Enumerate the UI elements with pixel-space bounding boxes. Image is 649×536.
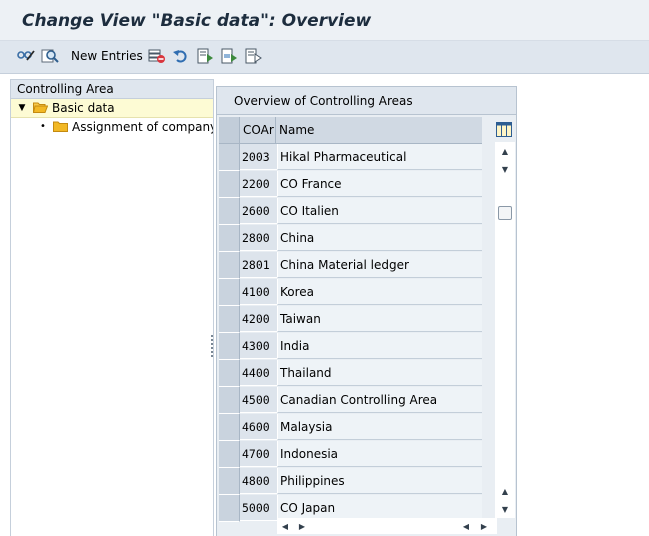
row-selector[interactable]: [219, 279, 240, 306]
cell-name[interactable]: Taiwan: [277, 306, 482, 332]
table-row[interactable]: 4400 Thailand: [219, 360, 482, 387]
scroll-up-icon[interactable]: ▲: [500, 146, 510, 156]
row-selector[interactable]: [219, 144, 240, 171]
cell-coar[interactable]: 4400: [240, 360, 277, 386]
row-selector[interactable]: [219, 387, 240, 414]
table-header: COAr Name: [219, 117, 482, 144]
cell-coar[interactable]: 5000: [240, 495, 277, 521]
table-row[interactable]: 4300 India: [219, 333, 482, 360]
select-all-icon[interactable]: [196, 47, 214, 65]
table-row[interactable]: 2003 Hikal Pharmaceutical: [219, 144, 482, 171]
page-title: Change View "Basic data": Overview: [22, 11, 372, 31]
row-selector[interactable]: [219, 333, 240, 360]
scroll-left-page-icon[interactable]: ◀: [461, 521, 471, 531]
row-selector[interactable]: [219, 414, 240, 441]
cell-coar[interactable]: 4100: [240, 279, 277, 305]
cell-name[interactable]: CO Italien: [277, 198, 482, 224]
tree-item-assignment-company-code[interactable]: • Assignment of company code(s): [11, 118, 213, 136]
cell-coar[interactable]: 2800: [240, 225, 277, 251]
scroll-right-icon[interactable]: ▶: [479, 521, 489, 531]
cell-name[interactable]: Philippines: [277, 468, 482, 494]
cell-coar[interactable]: 4600: [240, 414, 277, 440]
cell-name[interactable]: Indonesia: [277, 441, 482, 467]
expand-arrow-icon[interactable]: ▼: [17, 99, 27, 117]
row-selector[interactable]: [219, 495, 240, 522]
cell-name[interactable]: India: [277, 333, 482, 359]
select-all-rows-button[interactable]: [219, 117, 240, 143]
horizontal-scrollbar[interactable]: ◀ ▶ ◀ ▶: [277, 518, 497, 534]
table-row[interactable]: 4100 Korea: [219, 279, 482, 306]
panel-title: Overview of Controlling Areas: [217, 87, 516, 115]
dialog-structure-tree: Controlling Area ▼ Basic data • Assignme…: [10, 79, 214, 536]
undo-icon[interactable]: [172, 47, 190, 65]
scroll-down-page-icon[interactable]: ▼: [500, 164, 510, 174]
delete-icon[interactable]: [148, 47, 166, 65]
cell-coar[interactable]: 2003: [240, 144, 277, 170]
table-row[interactable]: 4600 Malaysia: [219, 414, 482, 441]
tree-item-basic-data[interactable]: ▼ Basic data: [11, 99, 213, 118]
table-row[interactable]: 4800 Philippines: [219, 468, 482, 495]
cell-coar[interactable]: 4300: [240, 333, 277, 359]
table-row[interactable]: 4700 Indonesia: [219, 441, 482, 468]
display-change-icon[interactable]: [17, 47, 35, 65]
cell-coar[interactable]: 4700: [240, 441, 277, 467]
find-icon[interactable]: [41, 47, 59, 65]
title-bar: Change View "Basic data": Overview: [0, 0, 649, 41]
table-row[interactable]: 2801 China Material ledger: [219, 252, 482, 279]
tree-header: Controlling Area: [11, 80, 213, 99]
cell-name[interactable]: Korea: [277, 279, 482, 305]
cell-name[interactable]: Malaysia: [277, 414, 482, 440]
row-selector[interactable]: [219, 441, 240, 468]
table-settings-icon[interactable]: [495, 120, 513, 138]
scroll-left-icon[interactable]: ◀: [280, 521, 290, 531]
table-row[interactable]: 2600 CO Italien: [219, 198, 482, 225]
cell-name[interactable]: China Material ledger: [277, 252, 482, 278]
row-selector[interactable]: [219, 306, 240, 333]
tree-item-label: Assignment of company code(s): [72, 120, 213, 134]
cell-coar[interactable]: 2600: [240, 198, 277, 224]
application-toolbar: New Entries: [0, 41, 649, 74]
row-selector[interactable]: [219, 360, 240, 387]
row-selector[interactable]: [219, 468, 240, 495]
select-block-icon[interactable]: [220, 47, 238, 65]
bullet-icon: •: [40, 121, 46, 132]
scroll-thumb[interactable]: [498, 206, 512, 220]
cell-name[interactable]: Thailand: [277, 360, 482, 386]
column-header-coar[interactable]: COAr: [240, 117, 276, 143]
cell-coar[interactable]: 4800: [240, 468, 277, 494]
scroll-up-page-icon[interactable]: ▲: [500, 486, 510, 496]
scroll-right-page-icon[interactable]: ▶: [297, 521, 307, 531]
cell-name[interactable]: CO France: [277, 171, 482, 197]
cell-coar[interactable]: 4200: [240, 306, 277, 332]
new-entries-button[interactable]: New Entries: [71, 49, 143, 63]
table-body: 2003 Hikal Pharmaceutical 2200 CO France 260…: [219, 144, 482, 522]
row-selector[interactable]: [219, 225, 240, 252]
deselect-all-icon[interactable]: [244, 47, 262, 65]
table-row[interactable]: 4200 Taiwan: [219, 306, 482, 333]
cell-name[interactable]: Hikal Pharmaceutical: [277, 144, 482, 170]
cell-name[interactable]: China: [277, 225, 482, 251]
folder-icon: [53, 121, 68, 132]
table-row[interactable]: 2800 China: [219, 225, 482, 252]
overview-panel: Overview of Controlling Areas COAr Name …: [216, 86, 517, 536]
tree-item-label: Basic data: [52, 101, 115, 115]
cell-coar[interactable]: 2200: [240, 171, 277, 197]
folder-open-icon: [33, 102, 48, 113]
row-selector[interactable]: [219, 171, 240, 198]
row-selector[interactable]: [219, 252, 240, 279]
row-selector[interactable]: [219, 198, 240, 225]
scroll-down-icon[interactable]: ▼: [500, 504, 510, 514]
splitter-handle[interactable]: [211, 335, 214, 357]
table-row[interactable]: 2200 CO France: [219, 171, 482, 198]
table-row[interactable]: 4500 Canadian Controlling Area: [219, 387, 482, 414]
cell-coar[interactable]: 2801: [240, 252, 277, 278]
column-header-name[interactable]: Name: [277, 117, 482, 143]
cell-name[interactable]: Canadian Controlling Area: [277, 387, 482, 413]
vertical-scrollbar[interactable]: ▲ ▼ ▲ ▼: [495, 142, 515, 518]
cell-coar[interactable]: 4500: [240, 387, 277, 413]
